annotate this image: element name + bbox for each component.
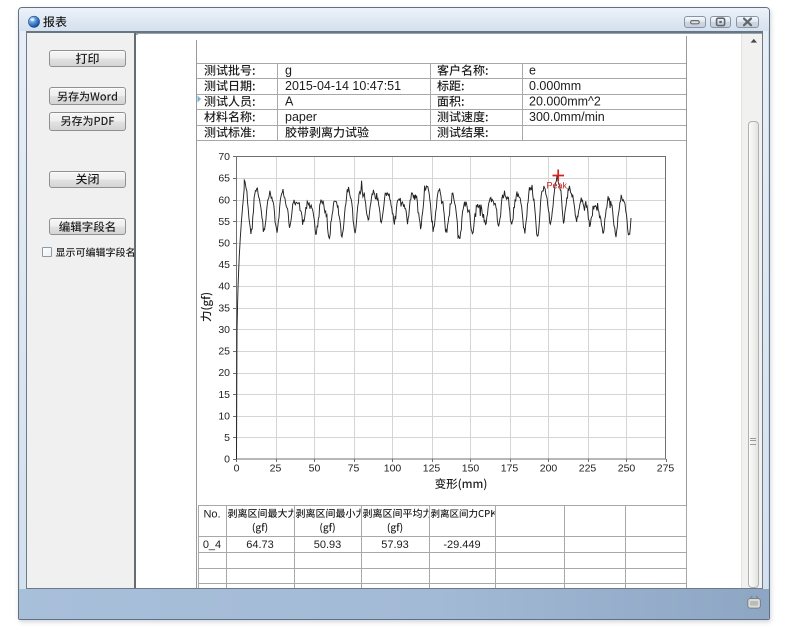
svg-text:65: 65 [218, 173, 230, 185]
svg-text:45: 45 [218, 259, 230, 271]
svg-text:20.000mm^2: 20.000mm^2 [529, 95, 601, 109]
svg-text:275: 275 [657, 463, 675, 475]
svg-text:0_4: 0_4 [203, 539, 221, 551]
svg-text:-29.449: -29.449 [443, 539, 480, 551]
svg-text:64.73: 64.73 [246, 539, 274, 551]
svg-text:75: 75 [348, 463, 360, 475]
svg-text:e: e [529, 64, 536, 78]
svg-text:200: 200 [540, 463, 558, 475]
svg-text:300.0mm/min: 300.0mm/min [529, 110, 605, 124]
svg-text:0: 0 [224, 454, 230, 466]
svg-text:50: 50 [309, 463, 321, 475]
svg-text:Peak: Peak [547, 181, 568, 191]
svg-text:35: 35 [218, 302, 230, 314]
svg-text:100: 100 [384, 463, 402, 475]
svg-text:15: 15 [218, 389, 230, 401]
svg-text:225: 225 [579, 463, 597, 475]
svg-text:25: 25 [218, 346, 230, 358]
svg-text:No.: No. [203, 509, 220, 521]
svg-text:30: 30 [218, 324, 230, 336]
svg-text:A: A [285, 95, 294, 109]
svg-text:paper: paper [285, 110, 317, 124]
svg-text:0.000mm: 0.000mm [529, 79, 581, 93]
svg-text:150: 150 [462, 463, 480, 475]
svg-text:40: 40 [218, 281, 230, 293]
svg-text:175: 175 [501, 463, 519, 475]
svg-text:57.93: 57.93 [381, 539, 409, 551]
svg-text:60: 60 [218, 194, 230, 206]
svg-text:125: 125 [423, 463, 441, 475]
svg-text:g: g [285, 64, 292, 78]
svg-text:70: 70 [218, 151, 230, 163]
svg-text:2015-04-14 10:47:51: 2015-04-14 10:47:51 [285, 79, 401, 93]
svg-text:10: 10 [218, 410, 230, 422]
svg-text:55: 55 [218, 216, 230, 228]
svg-text:0: 0 [234, 463, 240, 475]
svg-text:25: 25 [270, 463, 282, 475]
svg-text:5: 5 [224, 432, 230, 444]
svg-text:50.93: 50.93 [314, 539, 342, 551]
svg-text:50: 50 [218, 238, 230, 250]
svg-text:250: 250 [618, 463, 636, 475]
svg-text:20: 20 [218, 367, 230, 379]
